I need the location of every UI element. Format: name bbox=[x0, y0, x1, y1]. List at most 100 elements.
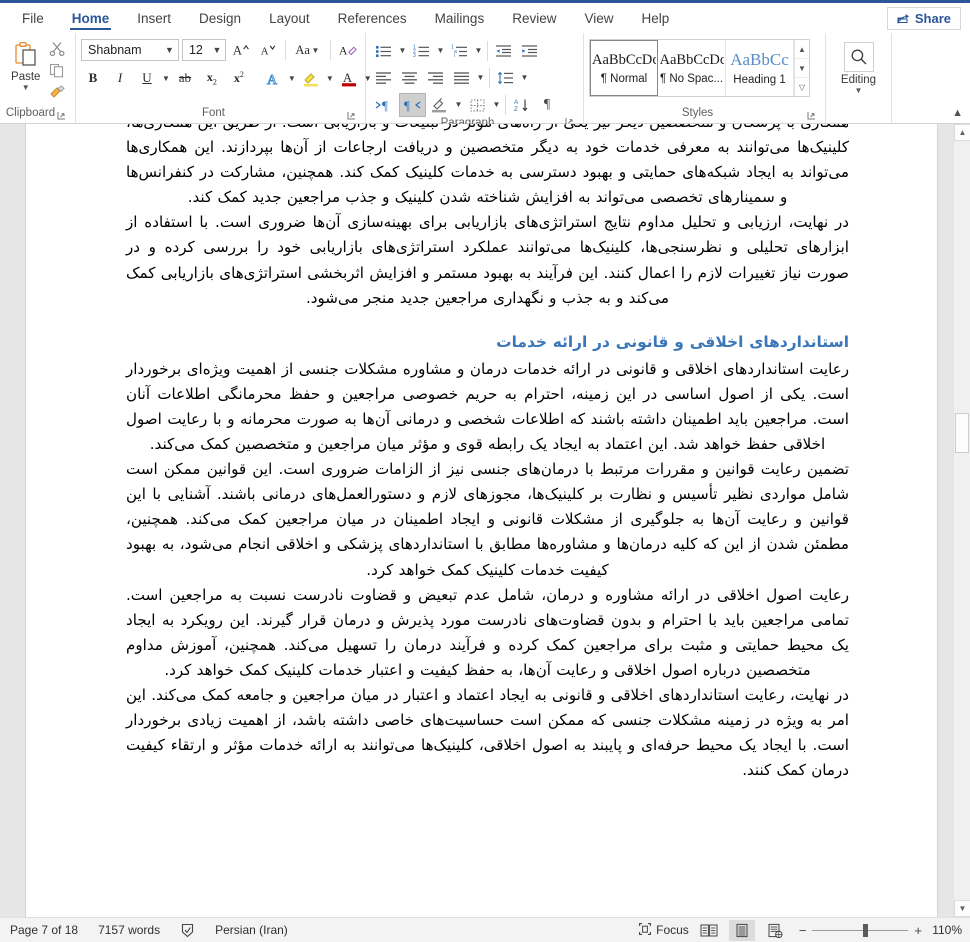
ribbon-group-clipboard: Paste ▼ Clipboard bbox=[0, 33, 76, 123]
tab-help[interactable]: Help bbox=[628, 3, 684, 33]
chevron-down-icon[interactable]: ▼ bbox=[855, 87, 863, 95]
cut-button[interactable] bbox=[49, 41, 68, 58]
clipboard-dialog-launcher[interactable] bbox=[57, 111, 68, 122]
font-name-combo[interactable]: Shabnam ▼ bbox=[81, 39, 179, 61]
italic-button[interactable]: I bbox=[108, 66, 132, 90]
superscript-button[interactable]: x2 bbox=[227, 66, 251, 90]
bold-button[interactable]: B bbox=[81, 66, 105, 90]
justify-button[interactable] bbox=[449, 66, 474, 90]
font-size-combo[interactable]: 12 ▼ bbox=[181, 39, 227, 61]
line-spacing-button[interactable] bbox=[493, 66, 518, 90]
subscript-button[interactable]: x2 bbox=[200, 66, 224, 90]
styles-more-button[interactable]: ▽ bbox=[795, 78, 809, 96]
numbering-button[interactable]: 1 2 3 bbox=[409, 39, 434, 63]
zoom-out-button[interactable]: − bbox=[799, 923, 807, 938]
multilevel-list-button[interactable]: 1 a i bbox=[447, 39, 472, 63]
shading-chevron-down-icon[interactable]: ▼ bbox=[453, 100, 464, 109]
text-effects-chevron-down-icon[interactable]: ▼ bbox=[288, 74, 296, 83]
line-spacing-chevron-down-icon[interactable]: ▼ bbox=[519, 73, 530, 82]
font-color-button[interactable]: A bbox=[337, 66, 361, 90]
change-case-button[interactable]: Aa ▼ bbox=[291, 38, 325, 62]
web-layout-button[interactable] bbox=[762, 920, 788, 941]
collapse-ribbon-button[interactable]: ▲ bbox=[952, 107, 963, 119]
align-right-button[interactable] bbox=[423, 66, 448, 90]
justify-chevron-down-icon[interactable]: ▼ bbox=[475, 73, 486, 82]
underline-button[interactable]: U bbox=[135, 66, 159, 90]
tab-label: View bbox=[584, 10, 614, 26]
zoom-slider-thumb[interactable] bbox=[863, 923, 869, 937]
align-left-button[interactable] bbox=[371, 66, 396, 90]
font-name-value: Shabnam bbox=[88, 43, 142, 57]
language-indicator[interactable]: Persian (Iran) bbox=[215, 923, 288, 937]
shrink-font-button[interactable]: A bbox=[256, 38, 280, 62]
bullets-chevron-down-icon[interactable]: ▼ bbox=[397, 46, 408, 55]
sort-button[interactable]: A Z bbox=[509, 93, 534, 117]
increase-indent-button[interactable] bbox=[517, 39, 542, 63]
document-page[interactable]: همکاری با پزشکان و متخصصین دیگر نیز یکی … bbox=[25, 124, 938, 917]
borders-button[interactable] bbox=[465, 93, 490, 117]
svg-text:Z: Z bbox=[514, 106, 518, 113]
tab-view[interactable]: View bbox=[570, 3, 627, 33]
grow-font-button[interactable]: A bbox=[229, 38, 253, 62]
tab-references[interactable]: References bbox=[324, 3, 421, 33]
highlight-chevron-down-icon[interactable]: ▼ bbox=[326, 74, 334, 83]
show-formatting-marks-button[interactable]: ¶ bbox=[535, 93, 559, 117]
multilevel-chevron-down-icon[interactable]: ▼ bbox=[473, 46, 484, 55]
style-no-spacing[interactable]: AaBbCcDc ¶ No Spac... bbox=[658, 40, 726, 96]
underline-chevron-down-icon[interactable]: ▼ bbox=[162, 74, 170, 83]
paragraph: رعایت استانداردهای اخلاقی و قانونی در ار… bbox=[126, 359, 849, 454]
center-button[interactable] bbox=[397, 66, 422, 90]
scrollbar-track[interactable] bbox=[954, 141, 970, 900]
word-count[interactable]: 7157 words bbox=[98, 923, 160, 937]
styles-dialog-launcher[interactable] bbox=[807, 111, 818, 122]
tab-review[interactable]: Review bbox=[498, 3, 570, 33]
editing-button[interactable]: Editing ▼ bbox=[831, 38, 886, 95]
font-dialog-launcher[interactable] bbox=[347, 111, 358, 122]
borders-chevron-down-icon[interactable]: ▼ bbox=[491, 100, 502, 109]
scroll-down-button[interactable]: ▼ bbox=[954, 900, 970, 917]
scrollbar-thumb[interactable] bbox=[955, 413, 969, 453]
zoom-slider[interactable] bbox=[812, 923, 909, 937]
paste-button[interactable]: Paste ▼ bbox=[5, 38, 47, 102]
tab-layout[interactable]: Layout bbox=[255, 3, 324, 33]
tab-home[interactable]: Home bbox=[58, 3, 124, 33]
group-label-styles: Styles bbox=[589, 107, 820, 123]
spelling-check-icon[interactable] bbox=[180, 923, 195, 938]
text-effects-button[interactable]: A bbox=[261, 66, 285, 90]
chevron-down-icon[interactable]: ▼ bbox=[22, 84, 30, 92]
styles-gallery: AaBbCcDc ¶ Normal AaBbCcDc ¶ No Spac... … bbox=[589, 39, 810, 97]
styles-scroll-up-button[interactable]: ▲ bbox=[795, 40, 809, 59]
bullets-button[interactable] bbox=[371, 39, 396, 63]
rtl-text-direction-button[interactable]: ¶ bbox=[399, 92, 426, 117]
chevron-down-icon: ▼ bbox=[311, 45, 320, 55]
clear-formatting-button[interactable]: A bbox=[336, 38, 360, 62]
decrease-indent-button[interactable] bbox=[491, 39, 516, 63]
numbering-chevron-down-icon[interactable]: ▼ bbox=[435, 46, 446, 55]
tab-insert[interactable]: Insert bbox=[123, 3, 185, 33]
page-indicator[interactable]: Page 7 of 18 bbox=[10, 923, 78, 937]
tab-design[interactable]: Design bbox=[185, 3, 255, 33]
copy-button[interactable] bbox=[49, 63, 68, 80]
svg-text:A: A bbox=[343, 71, 352, 85]
zoom-in-button[interactable]: + bbox=[914, 923, 922, 938]
styles-scroll-down-button[interactable]: ▼ bbox=[795, 59, 809, 78]
vertical-scrollbar[interactable]: ▲ ▼ bbox=[953, 124, 970, 917]
tab-file[interactable]: File bbox=[8, 3, 58, 33]
group-label-editing bbox=[831, 107, 886, 123]
focus-mode-button[interactable]: Focus bbox=[638, 922, 689, 939]
tab-label: References bbox=[337, 10, 407, 26]
format-painter-button[interactable] bbox=[49, 85, 68, 102]
ltr-text-direction-button[interactable]: ¶ bbox=[371, 93, 398, 117]
zoom-level[interactable]: 110% bbox=[928, 923, 962, 937]
print-layout-button[interactable] bbox=[728, 919, 755, 941]
tab-mailings[interactable]: Mailings bbox=[421, 3, 499, 33]
highlight-color-button[interactable] bbox=[299, 66, 323, 90]
read-mode-button[interactable] bbox=[696, 920, 722, 941]
editing-label: Editing bbox=[840, 74, 877, 86]
shading-button[interactable] bbox=[427, 93, 452, 117]
style-heading-1[interactable]: AaBbCс Heading 1 bbox=[726, 40, 794, 96]
strikethrough-button[interactable]: ab bbox=[173, 66, 197, 90]
style-normal[interactable]: AaBbCcDc ¶ Normal bbox=[590, 40, 658, 96]
scroll-up-button[interactable]: ▲ bbox=[954, 124, 970, 141]
share-button[interactable]: Share bbox=[886, 7, 961, 30]
